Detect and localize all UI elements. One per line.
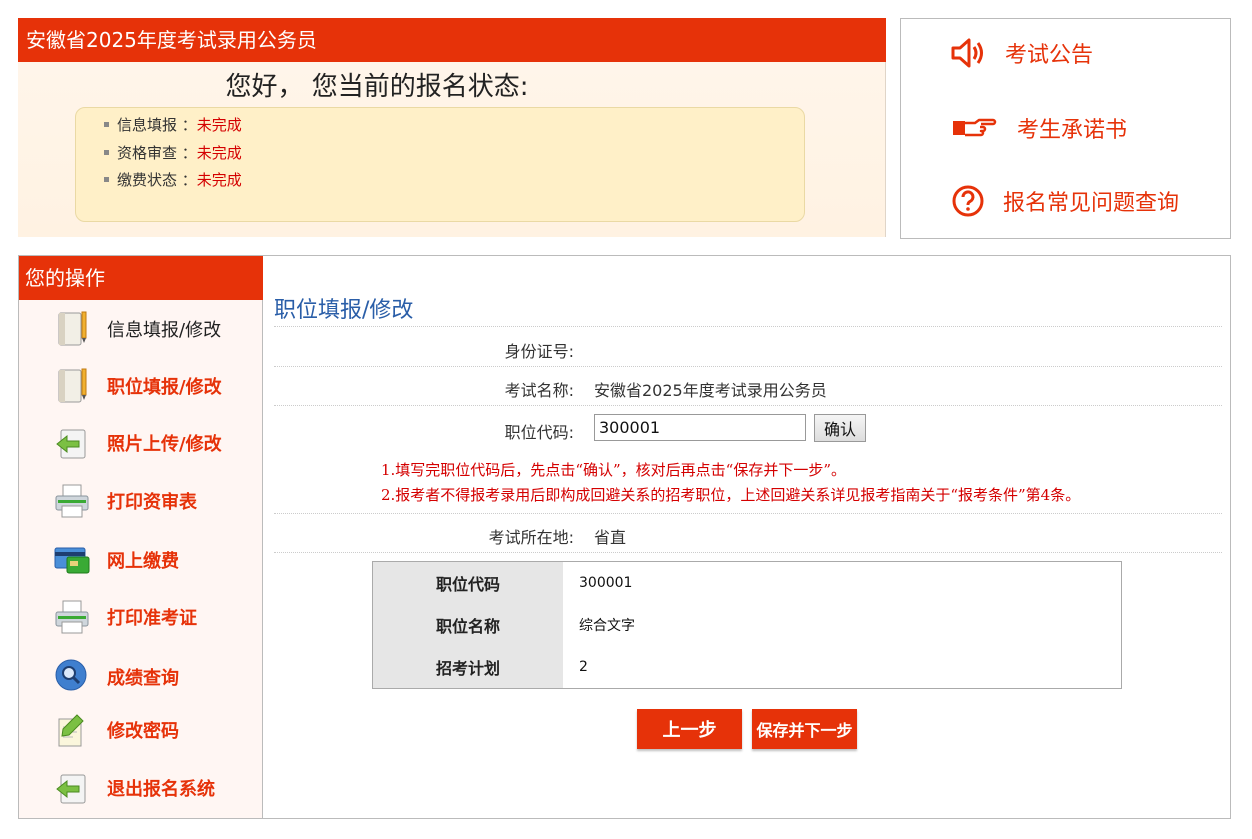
table-key: 职位代码 (372, 561, 563, 604)
exam-name-value: 安徽省2025年度考试录用公务员 (594, 381, 827, 400)
notice-label: 报名常见问题查询 (1003, 191, 1180, 216)
table-value: 2 (579, 659, 588, 675)
exam-location-value: 省直 (594, 528, 627, 547)
position-code-label: 职位代码: (504, 423, 574, 442)
table-row: 职位代码 300001 (372, 561, 1122, 604)
speaker-icon (951, 38, 983, 68)
position-code-input[interactable] (594, 414, 806, 441)
menu-label: 退出报名系统 (107, 779, 215, 800)
notebook-icon (58, 368, 87, 403)
notice-link-announcement[interactable]: 考试公告 (951, 37, 1093, 69)
exam-name-label: 考试名称: (504, 381, 574, 400)
save-and-next-button[interactable]: 保存并下一步 (752, 709, 857, 749)
question-icon (952, 185, 984, 217)
confirm-button[interactable]: 确认 (814, 414, 866, 442)
instruction-note-1: 1.填写完职位代码后，先点击“确认”，核对后再点击“保存并下一步”。 (381, 461, 846, 479)
table-value: 300001 (579, 575, 633, 591)
page-title: 职位填报/修改 (274, 298, 414, 323)
printer-icon (55, 600, 89, 634)
notice-link-pledge[interactable]: 考生承诺书 (951, 112, 1127, 144)
status-value: 未完成 (196, 171, 242, 189)
printer-icon (55, 484, 89, 518)
status-row-info: 信息填报 ：未完成 (104, 114, 242, 135)
status-label: 缴费状态 ： (117, 171, 197, 189)
instruction-note-2: 2.报考者不得报考录用后即构成回避关系的招考职位，上述回避关系详见报考指南关于“… (381, 486, 1081, 504)
sidebar-item-print-review[interactable]: 打印资审表 (19, 478, 263, 524)
sidebar-item-score-query[interactable]: 成绩查询 (19, 654, 263, 700)
status-label: 信息填报 ： (117, 116, 197, 134)
table-key: 职位名称 (372, 604, 563, 646)
status-box: 安徽省2025年度考试录用公务员 您好， 您当前的报名状态: 信息填报 ：未完成… (18, 18, 886, 237)
menu-label: 打印准考证 (107, 608, 197, 629)
status-panel: 信息填报 ：未完成 资格审查 ：未完成 缴费状态 ：未完成 (75, 107, 805, 222)
notice-label: 考生承诺书 (1017, 118, 1128, 143)
bullet-icon (104, 149, 109, 155)
sidebar-item-photo-upload[interactable]: 照片上传/修改 (19, 420, 263, 466)
table-row: 职位名称 综合文字 (372, 604, 1122, 646)
bullet-icon (104, 176, 109, 182)
divider (274, 366, 1222, 367)
sidebar-item-logout[interactable]: 退出报名系统 (19, 765, 263, 811)
magnifier-icon (55, 659, 87, 691)
previous-step-button[interactable]: 上一步 (637, 709, 742, 749)
menu-label: 网上缴费 (107, 551, 179, 572)
menu-label: 打印资审表 (107, 492, 197, 513)
sidebar-item-print-admission[interactable]: 打印准考证 (19, 594, 263, 640)
pointing-hand-icon (953, 118, 997, 137)
content-area: 职位填报/修改 身份证号: 考试名称: 安徽省2025年度考试录用公务员 职位代… (274, 286, 1224, 816)
status-label: 资格审查 ： (117, 144, 197, 162)
sidebar: 您的操作 信息填报/修改 职位填报/修改 照片上传/修改 打印资审表 网上缴费 … (19, 256, 263, 818)
menu-label: 成绩查询 (107, 668, 179, 689)
credit-card-icon (54, 547, 90, 574)
upload-icon (56, 429, 86, 459)
divider (274, 513, 1222, 514)
table-value: 综合文字 (579, 618, 635, 634)
exam-title: 安徽省2025年度考试录用公务员 (18, 18, 886, 62)
menu-label: 职位填报/修改 (107, 377, 222, 398)
status-value: 未完成 (196, 116, 242, 134)
position-info-table: 职位代码 300001 职位名称 综合文字 招考计划 2 (372, 561, 1122, 689)
main-box: 您的操作 信息填报/修改 职位填报/修改 照片上传/修改 打印资审表 网上缴费 … (18, 255, 1231, 819)
sidebar-item-position-edit[interactable]: 职位填报/修改 (19, 363, 263, 409)
status-row-review: 资格审查 ：未完成 (104, 142, 242, 163)
divider (274, 405, 1222, 406)
sidebar-item-online-payment[interactable]: 网上缴费 (19, 537, 263, 583)
menu-label: 照片上传/修改 (107, 434, 222, 455)
sidebar-title: 您的操作 (19, 256, 263, 300)
menu-label: 修改密码 (107, 721, 179, 742)
exam-location-label: 考试所在地: (488, 528, 574, 547)
id-number-label: 身份证号: (504, 342, 574, 361)
notice-box: 考试公告 考生承诺书 报名常见问题查询 (900, 18, 1231, 239)
notice-label: 考试公告 (1005, 43, 1094, 68)
divider (274, 552, 1222, 553)
status-value: 未完成 (196, 144, 242, 162)
status-row-payment: 缴费状态 ：未完成 (104, 169, 242, 190)
table-key: 招考计划 (372, 646, 563, 689)
divider (274, 326, 1222, 327)
bullet-icon (104, 121, 109, 127)
table-row: 招考计划 2 (372, 646, 1122, 689)
notice-link-faq[interactable]: 报名常见问题查询 (951, 184, 1179, 218)
status-greeting: 您好， 您当前的报名状态: (225, 72, 529, 102)
pencil-icon (58, 714, 84, 747)
sidebar-item-change-password[interactable]: 修改密码 (19, 707, 263, 753)
sidebar-item-info-edit[interactable]: 信息填报/修改 (19, 306, 263, 352)
exit-icon (56, 774, 86, 804)
menu-label: 信息填报/修改 (107, 320, 222, 341)
notebook-icon (58, 311, 87, 346)
